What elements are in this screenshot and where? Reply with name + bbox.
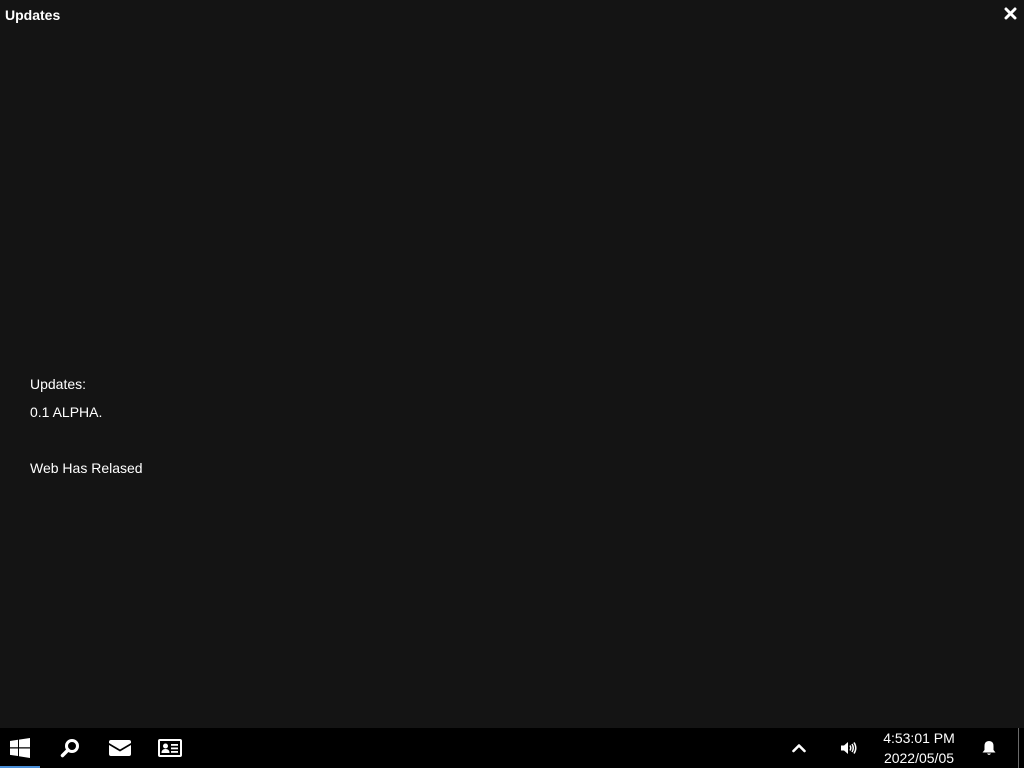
notifications-button[interactable] [972, 728, 1006, 768]
window-titlebar: Updates [0, 0, 1024, 30]
mail-button[interactable] [100, 728, 140, 768]
show-hidden-icons-button[interactable] [782, 728, 816, 768]
release-note: Web Has Relased [30, 460, 143, 476]
chevron-up-icon [792, 744, 806, 753]
window-title: Updates [5, 7, 61, 23]
version-text: 0.1 ALPHA. [30, 404, 103, 420]
mail-icon [109, 740, 131, 756]
contact-card-icon [158, 739, 182, 757]
start-button[interactable] [0, 728, 40, 768]
updates-window: Updates Updates: 0.1 ALPHA. Web Has Rela… [0, 0, 1024, 728]
updates-content: Updates: 0.1 ALPHA. Web Has Relased [30, 376, 143, 488]
contacts-button[interactable] [150, 728, 190, 768]
taskbar: 4:53:01 PM 2022/05/05 [0, 728, 1024, 768]
updates-heading: Updates: [30, 376, 87, 392]
clock-time: 4:53:01 PM [883, 730, 955, 746]
volume-button[interactable] [832, 728, 866, 768]
show-desktop-button[interactable] [1018, 728, 1019, 768]
search-button[interactable] [50, 728, 90, 768]
bell-icon [982, 741, 996, 755]
windows-start-icon [10, 738, 30, 758]
close-icon [1004, 7, 1017, 20]
close-button[interactable] [1004, 7, 1018, 21]
volume-icon [841, 742, 857, 754]
search-icon [60, 739, 79, 758]
taskbar-clock[interactable]: 4:53:01 PM 2022/05/05 [872, 728, 964, 768]
clock-date: 2022/05/05 [883, 750, 955, 766]
